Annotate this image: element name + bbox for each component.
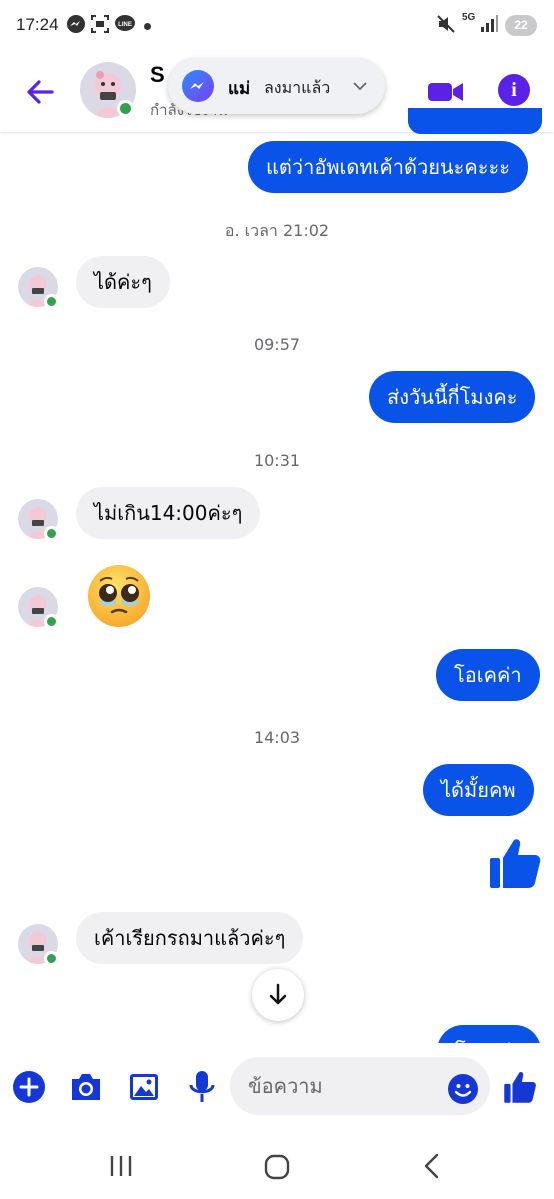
notification-message: ลงมาแล้ว xyxy=(264,78,331,97)
pleading-face-emoji-icon[interactable] xyxy=(86,563,152,629)
chevron-down-icon[interactable] xyxy=(352,78,368,94)
gallery-icon[interactable] xyxy=(128,1072,160,1102)
status-time: 17:24 xyxy=(16,15,59,34)
online-indicator xyxy=(44,526,59,541)
timestamp: 14:03 xyxy=(253,728,301,747)
info-icon[interactable]: i xyxy=(498,74,530,106)
timestamp: 09:57 xyxy=(253,335,301,354)
message-composer xyxy=(0,1043,554,1135)
arrow-down-icon xyxy=(269,983,287,1005)
message-bubble-incoming[interactable]: เค้าเรียกรถมาแล้วค่ะๆ xyxy=(76,912,304,964)
online-indicator xyxy=(44,294,59,309)
timestamp: อ. เวลา 21:02 xyxy=(224,221,330,240)
online-indicator xyxy=(44,951,59,966)
screenshot-notification-icon xyxy=(91,15,109,33)
camera-icon[interactable] xyxy=(69,1072,103,1102)
thumbs-up-sticker-icon[interactable] xyxy=(488,836,542,890)
online-indicator xyxy=(44,614,59,629)
system-navigation-bar xyxy=(0,1135,554,1199)
contact-name[interactable]: S xyxy=(150,62,165,88)
battery-indicator: 22 xyxy=(505,15,537,36)
online-indicator xyxy=(117,100,134,117)
chat-head-notification[interactable]: แม่ ลงมาแล้ว xyxy=(168,58,385,114)
svg-text:LINE: LINE xyxy=(118,22,132,28)
like-button-icon[interactable] xyxy=(503,1070,537,1104)
back-arrow-icon[interactable] xyxy=(22,74,58,110)
plus-icon[interactable] xyxy=(12,1070,46,1104)
message-bubble-outgoing[interactable]: แต่ว่าอัพเดทเค้าด้วยนะคะะะ xyxy=(248,141,528,193)
message-bubble-outgoing[interactable]: ได้มั้ยคพ xyxy=(423,764,534,816)
messenger-icon xyxy=(182,70,214,102)
signal-icon xyxy=(481,15,498,32)
message-bubble-incoming[interactable]: ไม่เกิน14:00ค่ะๆ xyxy=(76,487,261,539)
notification-sender: แม่ xyxy=(228,79,251,99)
messenger-notification-icon xyxy=(67,15,85,33)
microphone-icon[interactable] xyxy=(188,1070,216,1104)
scroll-to-bottom-button[interactable] xyxy=(252,969,304,1021)
message-bubble-outgoing[interactable]: ส่งวันนี้กี่โมงคะ xyxy=(369,371,536,423)
video-call-icon[interactable] xyxy=(427,78,465,106)
emoji-icon[interactable] xyxy=(448,1074,478,1104)
message-bubble-incoming[interactable]: ได้ค่ะๆ xyxy=(76,256,170,308)
network-type: 5G xyxy=(462,12,476,23)
timestamp: 10:31 xyxy=(253,451,301,470)
more-notifications-dot xyxy=(144,23,151,30)
recent-apps-icon[interactable] xyxy=(108,1153,134,1179)
mute-icon xyxy=(437,15,455,33)
message-bubble-outgoing: โอเคค่า xyxy=(437,1025,541,1043)
line-notification-icon: LINE xyxy=(115,15,135,31)
home-icon[interactable] xyxy=(263,1153,291,1181)
status-bar: 17:24 LINE 5G 22 xyxy=(0,0,554,52)
back-nav-icon[interactable] xyxy=(420,1153,444,1179)
message-bubble-partial[interactable] xyxy=(408,108,542,134)
message-bubble-outgoing[interactable]: โอเคค่า xyxy=(436,649,540,701)
message-bubble-partial[interactable]: โอเคค่า xyxy=(437,1025,543,1043)
